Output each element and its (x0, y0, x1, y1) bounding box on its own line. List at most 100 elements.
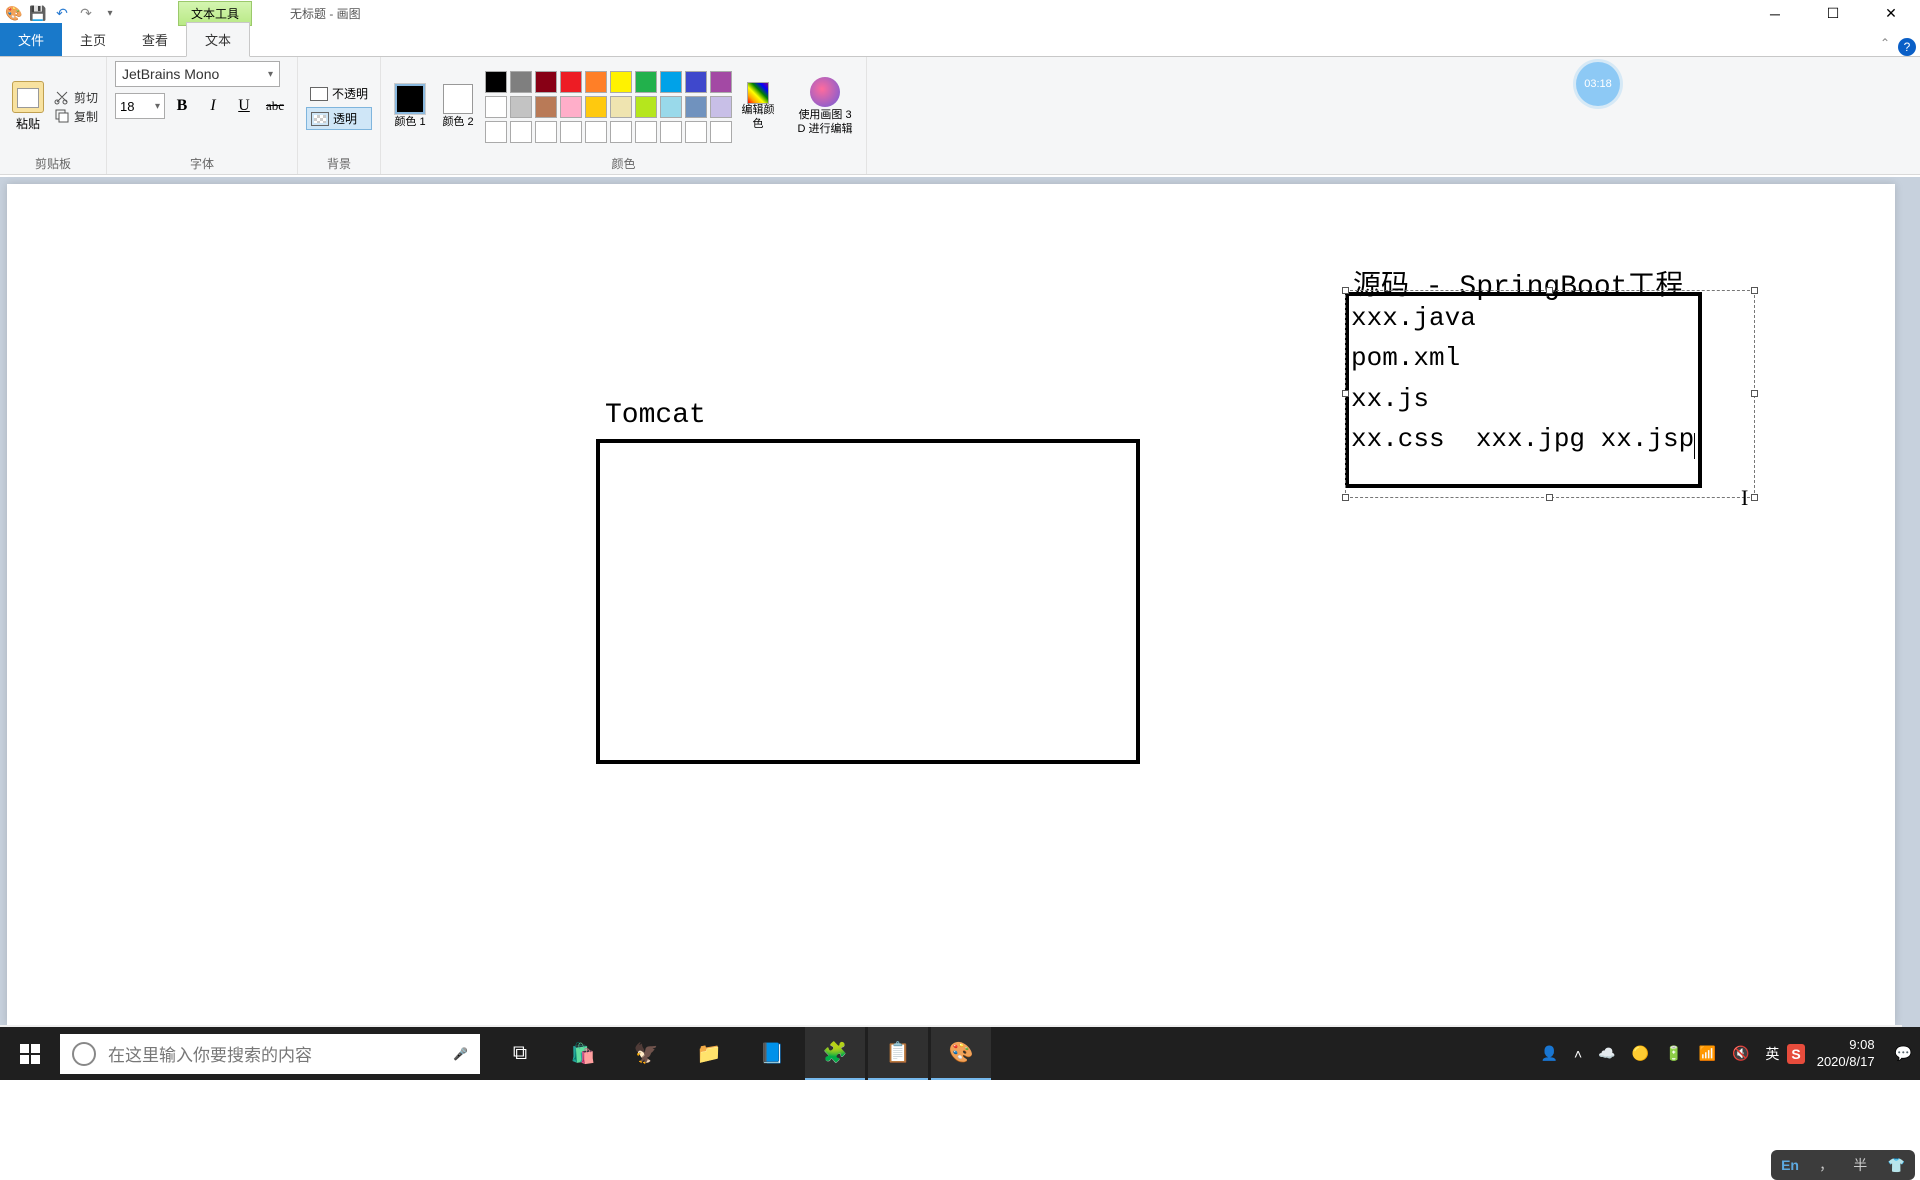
color-swatch[interactable] (685, 71, 707, 93)
italic-button[interactable]: I (199, 93, 227, 119)
color-swatch[interactable] (685, 96, 707, 118)
color-swatch[interactable] (510, 121, 532, 143)
help-icon[interactable]: ? (1898, 38, 1916, 56)
color-swatch[interactable] (660, 121, 682, 143)
opaque-option[interactable]: 不透明 (306, 83, 372, 104)
taskbar-clock[interactable]: 9:08 2020/8/17 (1805, 1037, 1887, 1071)
cut-button[interactable]: 剪切 (54, 89, 98, 106)
color-swatch[interactable] (585, 96, 607, 118)
color-swatch[interactable] (485, 96, 507, 118)
taskbar-search[interactable]: 在这里输入你要搜索的内容 🎤 (60, 1034, 480, 1074)
color-swatch[interactable] (660, 71, 682, 93)
window-controls: ─ ☐ ✕ (1746, 0, 1920, 27)
battery-icon[interactable]: 🔋 (1657, 1045, 1690, 1062)
volume-icon[interactable]: 🔇 (1724, 1045, 1757, 1062)
color-swatch[interactable] (485, 71, 507, 93)
color-swatch[interactable] (585, 71, 607, 93)
explorer-icon[interactable]: 📁 (679, 1027, 739, 1080)
group-label-background: 背景 (306, 152, 372, 172)
edit-colors-button[interactable]: 编辑颜色 (738, 82, 778, 130)
resize-handle-ne[interactable] (1751, 287, 1758, 294)
resize-handle-s[interactable] (1546, 494, 1553, 501)
color-swatch[interactable] (610, 71, 632, 93)
edit-colors-icon (747, 82, 769, 104)
canvas[interactable]: Tomcat 源码 - SpringBoot工程 xxx.java pom.xm… (7, 184, 1895, 1025)
color-swatch[interactable] (635, 71, 657, 93)
close-button[interactable]: ✕ (1862, 0, 1920, 27)
color-swatch[interactable] (560, 121, 582, 143)
resize-handle-w[interactable] (1342, 390, 1349, 397)
color-swatch[interactable] (710, 96, 732, 118)
store-icon[interactable]: 🛍️ (553, 1027, 613, 1080)
color-swatch[interactable] (510, 71, 532, 93)
color2-button[interactable]: 颜色 2 (437, 84, 479, 129)
font-name-combo[interactable]: JetBrains Mono ▾ (115, 61, 280, 87)
tray-icon-1[interactable]: ☁️ (1590, 1045, 1623, 1062)
font-size-value: 18 (120, 99, 134, 114)
paste-button[interactable]: 粘贴 (8, 81, 48, 132)
color-swatch[interactable] (510, 96, 532, 118)
task-view-button[interactable]: ⧉ (490, 1027, 550, 1080)
qat-dropdown-icon[interactable]: ▾ (100, 4, 120, 24)
resize-handle-nw[interactable] (1342, 287, 1349, 294)
minimize-button[interactable]: ─ (1746, 0, 1804, 27)
color1-button[interactable]: 颜色 1 (389, 84, 431, 129)
maximize-button[interactable]: ☐ (1804, 0, 1862, 27)
color-swatch[interactable] (560, 96, 582, 118)
group-label-clipboard: 剪贴板 (8, 152, 98, 172)
start-button[interactable] (0, 1027, 60, 1080)
color-swatch[interactable] (610, 96, 632, 118)
network-icon[interactable]: 📶 (1691, 1045, 1724, 1062)
color-swatch[interactable] (635, 121, 657, 143)
notepad-icon[interactable]: 📋 (868, 1027, 928, 1080)
text-edit-content[interactable]: xxx.java pom.xml xx.js xx.css xxx.jpg xx… (1351, 298, 1695, 459)
tray-icon-2[interactable]: 🟡 (1624, 1045, 1657, 1062)
opaque-label: 不透明 (332, 85, 368, 102)
color-swatch[interactable] (535, 121, 557, 143)
paint3d-button[interactable]: 使用画图 3 D 进行编辑 (784, 77, 858, 135)
app-icon-1[interactable]: 🦅 (616, 1027, 676, 1080)
opaque-icon (310, 87, 328, 101)
tab-file[interactable]: 文件 (0, 23, 62, 56)
notifications-icon[interactable]: 💬 (1887, 1045, 1920, 1062)
color-swatch[interactable] (485, 121, 507, 143)
color-swatch[interactable] (610, 121, 632, 143)
app-icon-3[interactable]: 🧩 (805, 1027, 865, 1080)
save-icon[interactable]: 💾 (28, 4, 48, 24)
color-swatch[interactable] (585, 121, 607, 143)
undo-icon[interactable]: ↶ (52, 4, 72, 24)
copy-button[interactable]: 复制 (54, 108, 98, 125)
color-swatch[interactable] (710, 71, 732, 93)
resize-handle-sw[interactable] (1342, 494, 1349, 501)
color-swatch[interactable] (560, 71, 582, 93)
color-swatch[interactable] (535, 96, 557, 118)
mspaint-icon[interactable]: 🎨 (931, 1027, 991, 1080)
color-swatch[interactable] (635, 96, 657, 118)
color-swatch[interactable] (535, 71, 557, 93)
font-size-combo[interactable]: 18 ▾ (115, 93, 165, 119)
sogou-icon[interactable]: S (1787, 1044, 1804, 1064)
tab-home[interactable]: 主页 (62, 23, 124, 56)
redo-icon[interactable]: ↷ (76, 4, 96, 24)
color-swatch[interactable] (710, 121, 732, 143)
mic-icon[interactable]: 🎤 (453, 1047, 468, 1061)
ime-indicator[interactable]: 英 (1757, 1044, 1787, 1064)
bold-button[interactable]: B (168, 93, 196, 119)
resize-handle-se[interactable] (1751, 494, 1758, 501)
app-icon-2[interactable]: 📘 (742, 1027, 802, 1080)
taskbar: 在这里输入你要搜索的内容 🎤 ⧉ 🛍️ 🦅 📁 📘 🧩 📋 🎨 👤 ˄ ☁️ 🟡… (0, 1027, 1920, 1080)
collapse-ribbon-icon[interactable]: ⌃ (1880, 36, 1890, 50)
tab-view[interactable]: 查看 (124, 23, 186, 56)
color-swatch[interactable] (660, 96, 682, 118)
tray-chevron-icon[interactable]: ˄ (1566, 1046, 1590, 1062)
strikethrough-button[interactable]: abc (261, 93, 289, 119)
underline-button[interactable]: U (230, 93, 258, 119)
resize-handle-n[interactable] (1546, 287, 1553, 294)
paste-icon (12, 81, 44, 113)
group-font: JetBrains Mono ▾ 18 ▾ B I U abc 字体 (107, 57, 298, 174)
tab-text[interactable]: 文本 (186, 22, 250, 57)
resize-handle-e[interactable] (1751, 390, 1758, 397)
color-swatch[interactable] (685, 121, 707, 143)
transparent-option[interactable]: 透明 (306, 107, 372, 130)
people-icon[interactable]: 👤 (1533, 1045, 1566, 1062)
